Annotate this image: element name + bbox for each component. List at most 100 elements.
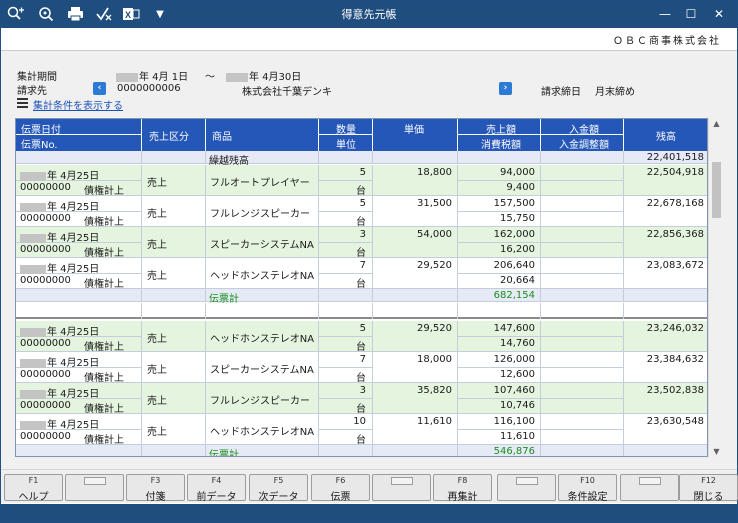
fkey-empty-button[interactable] xyxy=(497,474,556,501)
sales-type: 売上 xyxy=(147,427,167,438)
fkey-f12-button[interactable]: F12 閉じる xyxy=(679,474,738,503)
fkey-label: 伝票 xyxy=(330,492,351,503)
column-divider xyxy=(205,151,206,164)
fkey-notch xyxy=(84,477,106,485)
quantity: 3 xyxy=(359,385,366,396)
scroll-down-icon[interactable]: ▼ xyxy=(709,447,724,456)
cell-divider xyxy=(318,211,372,212)
table-row[interactable]: 年 4月25日 00000000 債権計上 売上 スピーカーシステムNA 3 台 54,000… xyxy=(16,227,707,259)
cell-divider xyxy=(457,273,540,274)
table-row[interactable]: 年 4月25日 00000000 債権計上 売上 ヘッドホンステレオNA 5 台 29,520… xyxy=(16,321,707,353)
cell-divider xyxy=(540,429,623,430)
table-row[interactable]: 年 4月25日 00000000 債権計上 売上 フルレンジスピーカー 5 台 31,500 1… xyxy=(16,196,707,228)
sales-amount: 116,100 xyxy=(493,416,535,427)
column-divider xyxy=(205,289,206,302)
column-divider xyxy=(205,165,206,196)
fkey-f8-button[interactable]: F8 再集計 xyxy=(433,474,492,503)
slip-number: 00000000 xyxy=(20,244,71,255)
fkey-f4-button[interactable]: F4 前データ xyxy=(187,474,246,503)
column-divider xyxy=(318,151,319,164)
header-unit: 単位 xyxy=(336,140,356,151)
product-name: スピーカーシステムNA xyxy=(210,365,314,376)
excel-icon[interactable]: X xyxy=(122,6,140,23)
next-customer-button[interactable]: › xyxy=(499,82,512,95)
table-row[interactable]: 年 4月25日 00000000 債権計上 売上 フルレンジスピーカー 3 台 35,820 1… xyxy=(16,383,707,415)
fkey-empty-button[interactable] xyxy=(620,474,679,501)
unit: 台 xyxy=(356,342,366,353)
carryover-row[interactable]: 繰越残高 22,401,518 xyxy=(16,151,707,167)
quantity: 7 xyxy=(359,354,366,365)
quantity: 5 xyxy=(359,323,366,334)
slip-number: 00000000 xyxy=(20,182,71,193)
redacted-year xyxy=(116,72,138,82)
fkey-f5-button[interactable]: F5 次データ xyxy=(249,474,308,503)
slip-date: 年 4月25日 xyxy=(20,416,99,431)
column-divider xyxy=(623,445,624,456)
minimize-button[interactable]: — xyxy=(655,5,675,23)
redacted-year xyxy=(20,202,46,212)
slip-date-text: 年 4月25日 xyxy=(47,233,100,244)
slip-kind: 債権計上 xyxy=(84,186,124,197)
fkey-empty-button[interactable] xyxy=(372,474,431,501)
fkey-f1-button[interactable]: F1 ヘルプ xyxy=(4,474,63,503)
table-row[interactable]: 年 4月25日 00000000 債権計上 売上 ヘッドホンステレオNA 7 台 29,520… xyxy=(16,258,707,290)
cell-divider xyxy=(457,367,540,368)
scroll-up-icon[interactable]: ▲ xyxy=(709,119,724,128)
zoom-icon[interactable] xyxy=(37,6,55,23)
column-divider xyxy=(540,289,541,302)
prev-customer-button[interactable]: ‹ xyxy=(93,82,106,95)
slip-date-text: 年 4月25日 xyxy=(47,202,100,213)
balance: 23,502,838 xyxy=(646,385,704,396)
svg-text:X: X xyxy=(125,10,131,20)
tax-amount: 20,664 xyxy=(500,275,535,286)
sales-type: 売上 xyxy=(147,334,167,345)
unit: 台 xyxy=(356,217,366,228)
check-icon[interactable] xyxy=(95,6,113,23)
print-icon[interactable] xyxy=(66,6,84,23)
show-conditions-link[interactable]: 集計条件を表示する xyxy=(33,97,123,112)
slip-date-text: 年 4月25日 xyxy=(47,327,100,338)
close-button[interactable]: ✕ xyxy=(709,5,729,23)
carryover-balance: 22,401,518 xyxy=(646,152,704,163)
sales-type: 売上 xyxy=(147,240,167,251)
fkey-notch xyxy=(391,477,413,485)
fkey-f3-button[interactable]: F3 付箋 xyxy=(126,474,185,503)
fkey-label: 付箋 xyxy=(145,492,166,503)
slip-date-text: 年 4月25日 xyxy=(47,264,100,275)
sales-type: 売上 xyxy=(147,365,167,376)
unit-price: 18,000 xyxy=(417,354,452,365)
column-divider xyxy=(141,258,142,289)
slip-date: 年 4月25日 xyxy=(20,385,99,400)
scroll-thumb[interactable] xyxy=(712,162,721,218)
slip-date: 年 4月25日 xyxy=(20,260,99,275)
column-divider xyxy=(372,151,373,164)
fkey-number: F10 xyxy=(580,476,595,485)
fkey-label: 再集計 xyxy=(447,492,478,503)
maximize-button[interactable]: ☐ xyxy=(681,5,701,23)
status-bar xyxy=(1,504,737,522)
table-row[interactable]: 年 4月25日 00000000 債権計上 売上 スピーカーシステムNA 7 台 18,000… xyxy=(16,352,707,384)
quantity: 5 xyxy=(359,198,366,209)
column-divider xyxy=(540,303,541,319)
table-row[interactable]: 年 4月25日 00000000 債権計上 売上 ヘッドホンステレオNA 10 台 11,61… xyxy=(16,414,707,446)
fkey-empty-button[interactable] xyxy=(65,474,124,501)
redacted-year xyxy=(20,420,46,430)
fkey-f6-button[interactable]: F6 伝票 xyxy=(311,474,370,503)
table-row[interactable]: 年 4月25日 00000000 債権計上 売上 フルオートプレイヤー 5 台 18,800 9… xyxy=(16,165,707,197)
balance: 22,856,368 xyxy=(646,229,704,240)
column-divider xyxy=(540,151,541,164)
function-key-bar: F1 ヘルプ F3 付箋 F4 前データ F5 次データ F6 伝票 F8 再集計 F10 条件設定 F12… xyxy=(1,469,738,503)
redacted-year xyxy=(20,389,46,399)
column-divider xyxy=(372,289,373,302)
fkey-f10-button[interactable]: F10 条件設定 xyxy=(558,474,617,503)
search-plus-icon[interactable] xyxy=(7,6,25,23)
vertical-scrollbar[interactable]: ▲ ▼ xyxy=(708,118,723,457)
cell-divider xyxy=(540,336,623,337)
unit: 台 xyxy=(356,435,366,446)
sales-type: 売上 xyxy=(147,209,167,220)
unit-price: 54,000 xyxy=(417,229,452,240)
dropdown-icon[interactable]: ▼ xyxy=(151,6,169,23)
slip-date: 年 4月25日 xyxy=(20,323,99,338)
tax-amount: 10,746 xyxy=(500,400,535,411)
column-divider xyxy=(205,383,206,414)
